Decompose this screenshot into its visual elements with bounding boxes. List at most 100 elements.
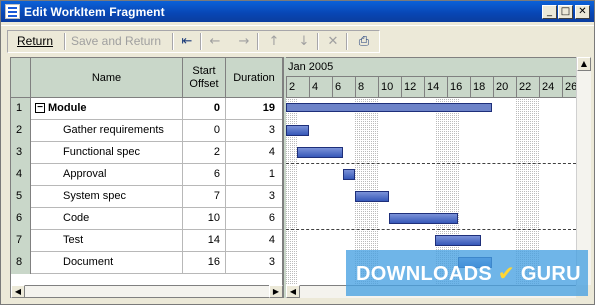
- day-label: 8: [355, 77, 378, 98]
- gantt-bar-gather-requirements[interactable]: [286, 125, 309, 136]
- delete-icon[interactable]: ✕: [324, 33, 342, 50]
- arrow-down-icon[interactable]: ↓: [295, 33, 313, 50]
- toolbar-separator: [317, 33, 319, 50]
- row-separator: [286, 163, 576, 164]
- arrow-up-icon[interactable]: ↑: [265, 33, 283, 50]
- toolbar-separator: [172, 33, 174, 50]
- table-row[interactable]: 3 Functional spec 2 4: [11, 142, 282, 164]
- task-name-cell[interactable]: − Module: [31, 98, 183, 120]
- task-name-cell[interactable]: Code: [31, 208, 183, 230]
- duration-cell[interactable]: 3: [226, 120, 282, 142]
- task-name: Module: [48, 102, 87, 114]
- gantt-bar-functional-spec[interactable]: [297, 147, 343, 158]
- gantt-bar-approval[interactable]: [343, 169, 355, 180]
- day-label: 10: [378, 77, 401, 98]
- table-row[interactable]: 1 − Module 0 19: [11, 98, 282, 120]
- day-label: 2: [286, 77, 309, 98]
- grid-horizontal-scrollbar[interactable]: ◀ ▶: [10, 285, 283, 298]
- arrow-left-icon[interactable]: ←: [206, 33, 224, 50]
- row-number: 3: [11, 142, 31, 164]
- check-icon: ✔: [497, 261, 515, 285]
- day-label: 4: [309, 77, 332, 98]
- day-label: 12: [401, 77, 424, 98]
- scroll-up-icon[interactable]: ▲: [577, 57, 591, 71]
- collapse-icon[interactable]: −: [35, 103, 45, 113]
- duration-cell[interactable]: 3: [226, 252, 282, 274]
- duration-cell[interactable]: 3: [226, 186, 282, 208]
- gantt-bar-module[interactable]: [286, 103, 492, 112]
- table-row[interactable]: 5 System spec 7 3: [11, 186, 282, 208]
- start-offset-cell[interactable]: 16: [183, 252, 226, 274]
- table-row[interactable]: 2 Gather requirements 0 3: [11, 120, 282, 142]
- table-row[interactable]: 8 Document 16 3: [11, 252, 282, 274]
- duration-cell[interactable]: 6: [226, 208, 282, 230]
- start-offset-column-header[interactable]: Start Offset: [183, 58, 226, 98]
- minimize-button[interactable]: _: [542, 5, 557, 19]
- toolbar-separator: [64, 33, 66, 50]
- watermark-text: DOWNLOADS: [356, 263, 493, 285]
- app-icon: [5, 4, 20, 19]
- title-bar[interactable]: Edit WorkItem Fragment _ □ ✕: [1, 1, 594, 22]
- scroll-right-icon[interactable]: ▶: [269, 285, 283, 298]
- scroll-left-icon[interactable]: ◀: [11, 285, 25, 298]
- task-name-cell[interactable]: Functional spec: [31, 142, 183, 164]
- indent-icon[interactable]: ⇤: [178, 33, 196, 50]
- start-offset-cell[interactable]: 0: [183, 120, 226, 142]
- start-offset-cell[interactable]: 2: [183, 142, 226, 164]
- maximize-button[interactable]: □: [558, 5, 573, 19]
- start-offset-cell[interactable]: 14: [183, 230, 226, 252]
- grid-header: Name Start Offset Duration: [11, 58, 282, 98]
- toolbar-separator: [346, 33, 348, 50]
- table-row[interactable]: 6 Code 10 6: [11, 208, 282, 230]
- row-number: 6: [11, 208, 31, 230]
- start-offset-cell[interactable]: 10: [183, 208, 226, 230]
- print-icon[interactable]: ⎙: [355, 33, 373, 50]
- row-number: 8: [11, 252, 31, 274]
- name-column-header[interactable]: Name: [31, 58, 183, 98]
- row-separator: [286, 229, 576, 230]
- task-name-cell[interactable]: Approval: [31, 164, 183, 186]
- day-label: 18: [470, 77, 493, 98]
- day-label: 24: [539, 77, 562, 98]
- row-number: 4: [11, 164, 31, 186]
- table-row[interactable]: 7 Test 14 4: [11, 230, 282, 252]
- watermark-suffix: GURU: [520, 263, 581, 285]
- arrow-right-icon[interactable]: →: [235, 33, 253, 50]
- toolbar-separator: [200, 33, 202, 50]
- task-name-cell[interactable]: System spec: [31, 186, 183, 208]
- table-row[interactable]: 4 Approval 6 1: [11, 164, 282, 186]
- return-button[interactable]: Return: [17, 31, 53, 52]
- scroll-left-icon[interactable]: ◀: [286, 285, 300, 298]
- window: Edit WorkItem Fragment _ □ ✕ Return Save…: [0, 0, 595, 305]
- task-name-cell[interactable]: Test: [31, 230, 183, 252]
- start-offset-cell[interactable]: 7: [183, 186, 226, 208]
- day-label: 14: [424, 77, 447, 98]
- gantt-bar-system-spec[interactable]: [355, 191, 389, 202]
- duration-cell[interactable]: 19: [226, 98, 282, 120]
- day-label: 22: [516, 77, 539, 98]
- watermark: DOWNLOADS ✔ GURU: [346, 250, 588, 296]
- save-and-return-button[interactable]: Save and Return: [71, 31, 161, 52]
- start-offset-cell[interactable]: 0: [183, 98, 226, 120]
- day-label: 20: [493, 77, 516, 98]
- day-label: 16: [447, 77, 470, 98]
- duration-cell[interactable]: 4: [226, 142, 282, 164]
- gantt-day-header: 2 4 6 8 10 12 14 16 18 20 22 24 26: [286, 77, 576, 98]
- row-number: 7: [11, 230, 31, 252]
- day-label: 26: [562, 77, 576, 98]
- day-label: 6: [332, 77, 355, 98]
- duration-cell[interactable]: 1: [226, 164, 282, 186]
- toolbar-separator: [257, 33, 259, 50]
- duration-column-header[interactable]: Duration: [226, 58, 282, 98]
- close-button[interactable]: ✕: [575, 5, 590, 19]
- row-number: 5: [11, 186, 31, 208]
- gantt-bar-test[interactable]: [435, 235, 481, 246]
- start-offset-cell[interactable]: 6: [183, 164, 226, 186]
- duration-cell[interactable]: 4: [226, 230, 282, 252]
- task-name-cell[interactable]: Gather requirements: [31, 120, 183, 142]
- row-number-header: [11, 58, 31, 98]
- task-name-cell[interactable]: Document: [31, 252, 183, 274]
- row-number: 2: [11, 120, 31, 142]
- gantt-month-header: Jan 2005: [286, 58, 576, 77]
- gantt-bar-code[interactable]: [389, 213, 458, 224]
